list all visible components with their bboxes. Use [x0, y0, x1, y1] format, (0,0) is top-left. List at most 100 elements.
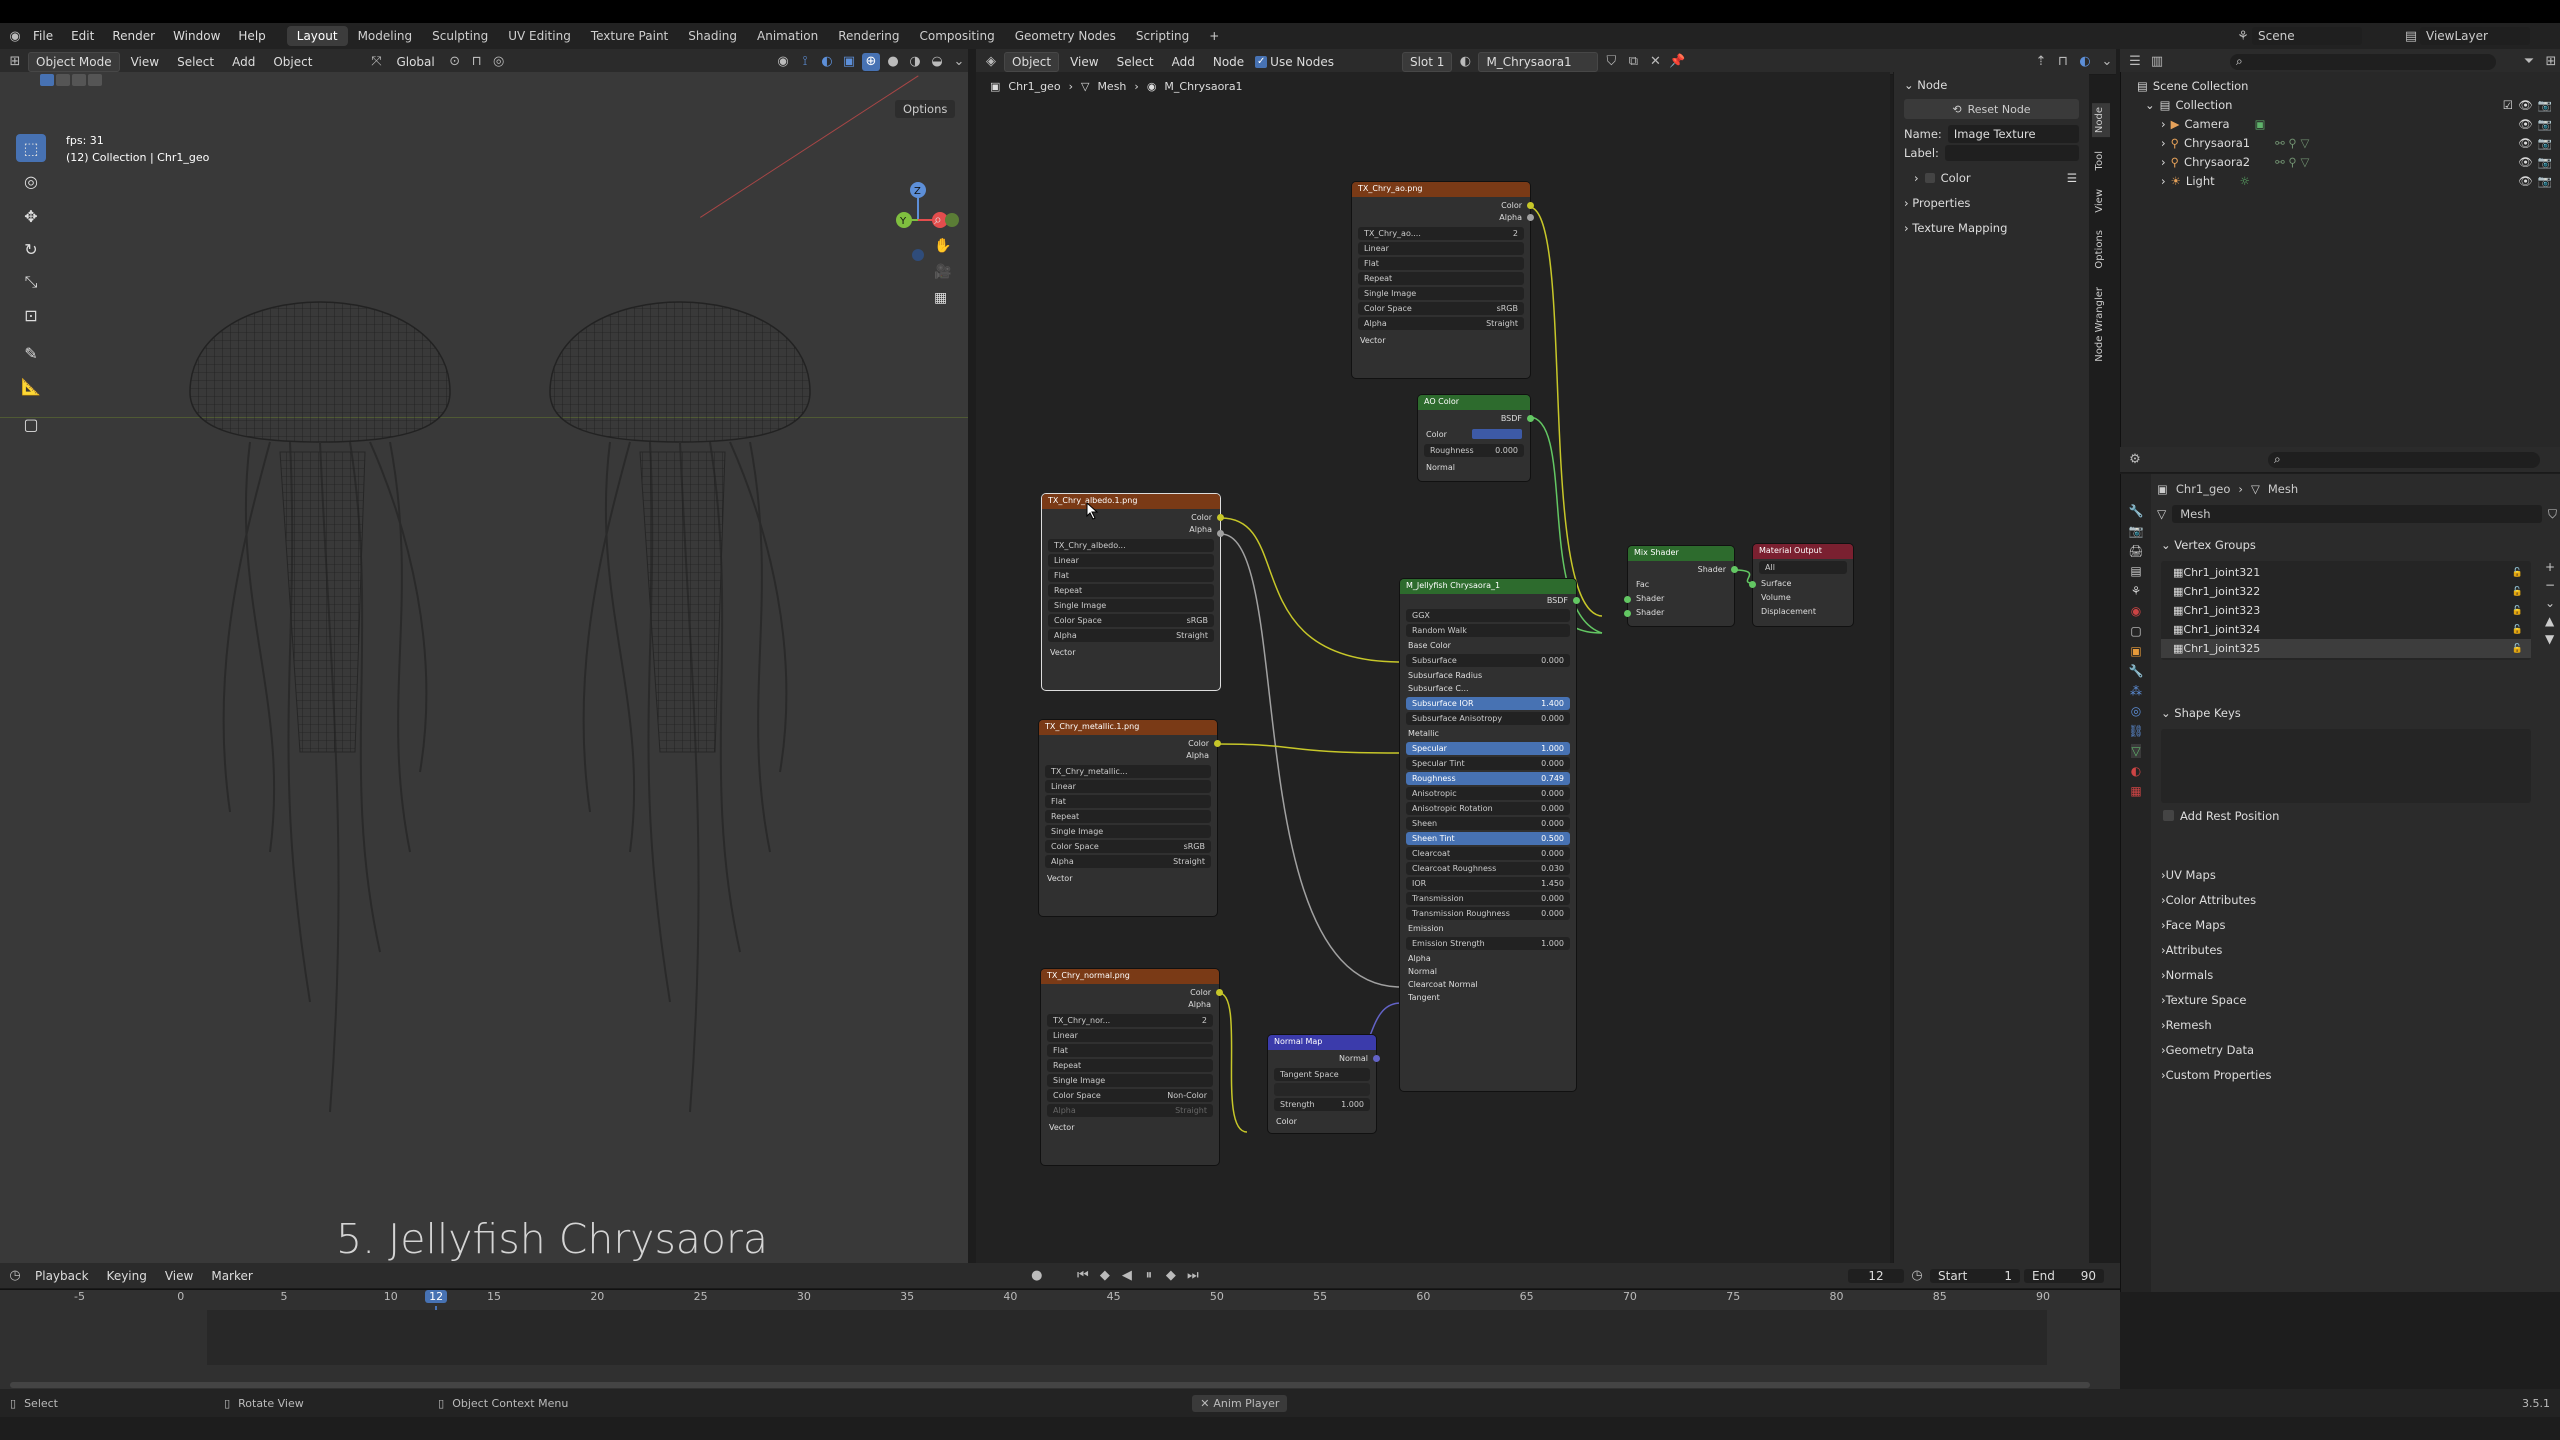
shading-options-icon[interactable]: ⌄: [950, 53, 968, 71]
principled-input-row[interactable]: Subsurface Anisotropy 0.000: [1406, 712, 1570, 725]
pause-icon[interactable]: ⏸: [1140, 1267, 1158, 1285]
principled-input-row[interactable]: Emission: [1400, 922, 1576, 935]
outliner-type-icon[interactable]: ☰: [2126, 53, 2144, 71]
input-color[interactable]: Color: [1268, 1113, 1376, 1129]
extension-dropdown[interactable]: Repeat: [1045, 810, 1211, 823]
frame-tick-label[interactable]: 10: [384, 1290, 398, 1303]
texture-mapping-subpanel[interactable]: › Texture Mapping: [1894, 215, 2089, 240]
camera-render-icon[interactable]: 📷: [2538, 155, 2552, 169]
vertex-group-item[interactable]: ▦ Chr1_joint322 🔓: [2161, 582, 2531, 601]
prev-keyframe-icon[interactable]: ◆: [1096, 1267, 1114, 1285]
projection-dropdown[interactable]: Flat: [1045, 795, 1211, 808]
next-keyframe-icon[interactable]: ◆: [1162, 1267, 1180, 1285]
node-section-header[interactable]: ⌄ Node: [1894, 72, 2089, 97]
play-reverse-icon[interactable]: ◀: [1118, 1267, 1136, 1285]
properties-search-input[interactable]: ⌕: [2268, 451, 2540, 468]
space-dropdown[interactable]: Tangent Space: [1274, 1068, 1370, 1081]
add-cube-tool[interactable]: ▢: [16, 410, 46, 438]
filter-icon[interactable]: ⏷: [2520, 53, 2538, 71]
vertex-group-item[interactable]: ▦ Chr1_joint324 🔓: [2161, 620, 2531, 639]
principled-input-row[interactable]: Anisotropic Rotation 0.000: [1406, 802, 1570, 815]
lock-icon[interactable]: 🔓: [2512, 644, 2523, 654]
use-nodes-checkbox[interactable]: ✓ Use Nodes: [1255, 55, 1334, 69]
principled-input-row[interactable]: Specular 1.000: [1406, 742, 1570, 755]
viewport-menu-object[interactable]: Object: [266, 53, 319, 71]
input-normal[interactable]: Normal: [1418, 459, 1530, 475]
node-menu-select[interactable]: Select: [1110, 53, 1161, 71]
marker-menu[interactable]: Marker: [204, 1267, 259, 1285]
duplicate-material-icon[interactable]: ⧉: [1624, 53, 1642, 71]
zoom-icon[interactable]: ⌕: [934, 212, 951, 228]
frame-tick-label[interactable]: 30: [797, 1290, 811, 1303]
alpha-mode-dropdown[interactable]: Alpha Straight: [1358, 317, 1524, 330]
data-tab-icon[interactable]: ▽: [2131, 744, 2141, 758]
frame-tick-label[interactable]: 75: [1726, 1290, 1740, 1303]
menu-render[interactable]: Render: [103, 29, 164, 43]
alpha-mode-dropdown[interactable]: Alpha Straight: [1045, 855, 1211, 868]
current-frame-field[interactable]: 12: [1848, 1268, 1904, 1283]
close-icon[interactable]: ✕: [1200, 1397, 1209, 1410]
editor-type-icon[interactable]: ⊞: [6, 53, 24, 71]
timeline-type-icon[interactable]: ◷: [6, 1267, 24, 1285]
navigation-gizmo[interactable]: Z Y: [870, 127, 968, 267]
slot-dropdown[interactable]: Slot 1: [1401, 51, 1453, 72]
timeline[interactable]: -5 0 5 10 12 15 20 25 30 35 40 45 50 55 60 65 70 75 80 85 90: [0, 1289, 2120, 1389]
select-invert-icon[interactable]: [88, 74, 102, 86]
node-editor-type-icon[interactable]: ◈: [982, 53, 1000, 71]
orientation-dropdown[interactable]: Global: [389, 53, 441, 71]
output-alpha[interactable]: Alpha: [1042, 521, 1220, 537]
tab-texture-paint[interactable]: Texture Paint: [581, 26, 678, 46]
principled-bsdf-node[interactable]: M_Jellyfish Chrysaora_1 BSDF GGX Random …: [1400, 579, 1580, 1091]
tab-shading[interactable]: Shading: [678, 26, 747, 46]
frame-tick-label[interactable]: 80: [1829, 1290, 1843, 1303]
jump-start-icon[interactable]: ⏮: [1074, 1267, 1092, 1285]
tab-animation[interactable]: Animation: [747, 26, 828, 46]
material-name-field[interactable]: M_Chrysaora1: [1478, 51, 1599, 72]
viewlayer-selector[interactable]: ViewLayer: [2420, 27, 2530, 45]
vertex-group-list[interactable]: ▦ Chr1_joint321 🔓 ▦ Chr1_joint322 🔓 ▦ Chr1_j…: [2161, 561, 2531, 660]
node-label-field[interactable]: [1944, 144, 2079, 161]
interpolation-dropdown[interactable]: Linear: [1045, 780, 1211, 793]
texture-tab-icon[interactable]: ▦: [2130, 784, 2141, 798]
output-alpha[interactable]: Alpha: [1041, 996, 1219, 1012]
projection-dropdown[interactable]: Flat: [1047, 1044, 1213, 1057]
output-alpha[interactable]: Alpha: [1352, 209, 1530, 225]
keying-menu[interactable]: Keying: [100, 1267, 154, 1285]
wireframe-shading-icon[interactable]: ⊕: [862, 52, 880, 71]
camera-view-icon[interactable]: 🎥: [934, 264, 951, 280]
playback-menu[interactable]: Playback: [28, 1267, 96, 1285]
move-tool[interactable]: ✥: [16, 202, 46, 230]
proportional-icon[interactable]: ◎: [490, 53, 508, 71]
camera-render-icon[interactable]: 📷: [2538, 117, 2552, 131]
outliner-item-camera[interactable]: › ▶ Camera ▣ 👁 📷: [2121, 114, 2560, 133]
strength-field[interactable]: Strength 1.000: [1274, 1098, 1370, 1111]
scale-tool[interactable]: ⤡: [16, 268, 46, 296]
annotate-tool[interactable]: ✎: [16, 339, 46, 367]
add-icon[interactable]: +: [2545, 560, 2555, 574]
viewport-menu-view[interactable]: View: [124, 53, 166, 71]
properties-panel-header[interactable]: › Color Attributes: [2157, 887, 2557, 912]
alpha-mode-dropdown[interactable]: Alpha Straight: [1047, 1104, 1213, 1117]
clock-icon[interactable]: ◷: [1908, 1267, 1926, 1285]
frame-tick-label[interactable]: 45: [1107, 1290, 1121, 1303]
fake-user-icon[interactable]: ⛉: [1602, 53, 1620, 71]
parent-node-tree-icon[interactable]: ⇡: [2032, 53, 2050, 71]
particles-tab-icon[interactable]: ⁂: [2130, 684, 2142, 698]
move-down-icon[interactable]: ▼: [2545, 632, 2555, 646]
color-checkbox[interactable]: [1924, 172, 1935, 183]
scene-tab-icon[interactable]: ⚘: [2131, 584, 2142, 598]
menu-file[interactable]: File: [24, 29, 62, 43]
scene-selector[interactable]: Scene: [2252, 27, 2362, 45]
view-layer-tab-icon[interactable]: ▤: [2130, 564, 2141, 578]
properties-panel-header[interactable]: › Custom Properties: [2157, 1062, 2557, 1087]
image-selector[interactable]: TX_Chry_albedo...: [1048, 539, 1214, 552]
select-box-tool[interactable]: ⬚: [16, 134, 46, 162]
rendered-shading-icon[interactable]: ◒: [928, 53, 946, 71]
properties-panel-header[interactable]: › Remesh: [2157, 1012, 2557, 1037]
sidebar-toggle-icon[interactable]: ⌄: [2098, 53, 2116, 71]
principled-input-row[interactable]: Roughness 0.749: [1406, 772, 1570, 785]
node-overlay-icon[interactable]: ◐: [2076, 53, 2094, 71]
shape-keys-header[interactable]: ⌄ Shape Keys: [2157, 700, 2557, 725]
camera-render-icon[interactable]: 📷: [2538, 136, 2552, 150]
mode-dropdown[interactable]: Object Mode: [28, 51, 120, 72]
